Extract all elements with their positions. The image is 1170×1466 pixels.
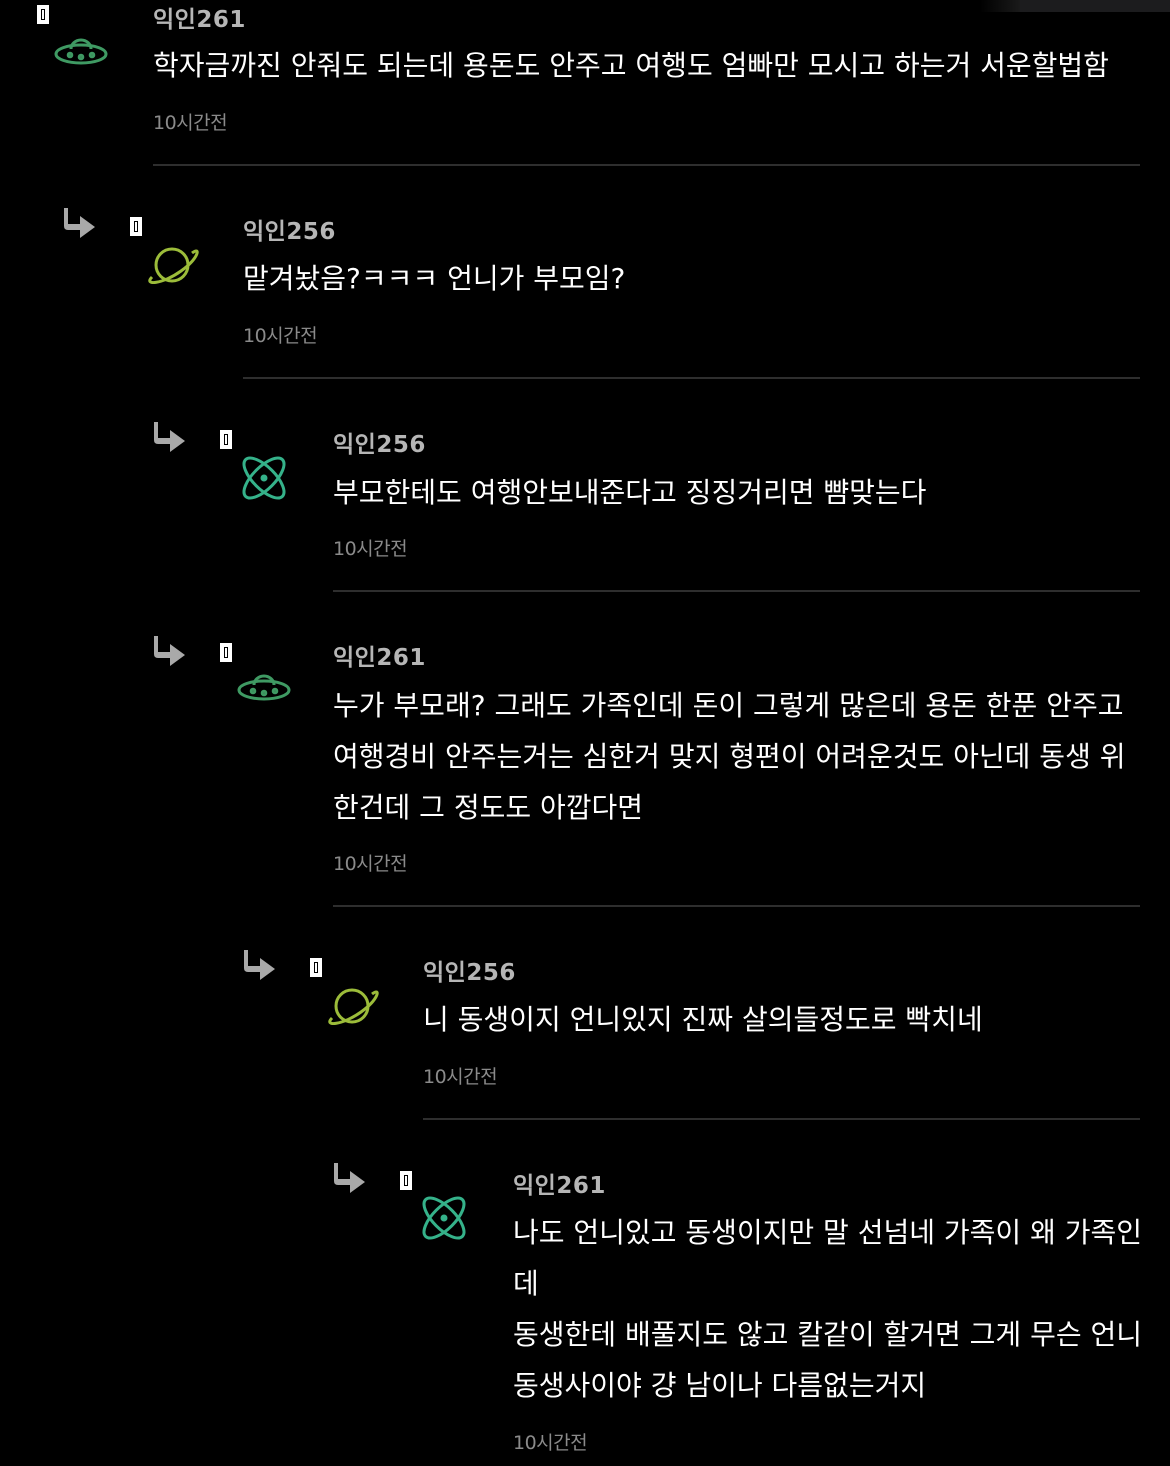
comment-line: 한건데 그 정도도 아깝다면 (333, 791, 644, 824)
comment-text: 니 동생이지 언니있지 진짜 살의들정도로 빡치네 (423, 994, 983, 1045)
comment-text: 부모한테도 여행안보내준다고 징징거리면 뺨맞는다 (333, 467, 926, 518)
comment-author[interactable]: 익인256 (423, 953, 516, 987)
ufo-icon (50, 24, 112, 86)
reply-arrow-icon (153, 634, 193, 674)
planet-icon (141, 234, 203, 296)
comment-text: 맡겨놨음?ㅋㅋㅋ 언니가 부모임? (243, 253, 625, 304)
atom-icon (413, 1187, 475, 1249)
comment-divider (243, 377, 1140, 379)
reply-arrow-icon (333, 1161, 373, 1201)
missing-glyph-icon (37, 5, 49, 24)
comment-line: 부모한테도 여행안보내준다고 징징거리면 뺨맞는다 (333, 476, 927, 509)
comment-line: 학자금까진 안줘도 되는데 용돈도 안주고 여행도 엄빠만 모시고 하는거 서운… (153, 49, 1109, 82)
comment-divider (333, 590, 1140, 592)
comment-text: 누가 부모래? 그래도 가족인데 돈이 그렇게 많은데 용돈 한푼 안주고 여행… (333, 680, 1126, 833)
comment-author[interactable]: 익인261 (153, 0, 246, 34)
comment-divider (423, 1118, 1140, 1120)
comment-line: 누가 부모래? 그래도 가족인데 돈이 그렇게 많은데 용돈 한푼 안주고 (333, 689, 1124, 722)
reply-arrow-icon (63, 206, 103, 246)
status-bar-shade (980, 0, 1020, 12)
comment-divider (333, 905, 1140, 907)
missing-glyph-icon (220, 643, 232, 662)
comment-timestamp: 10시간전 (333, 538, 408, 560)
planet-icon (321, 975, 383, 1037)
reply-arrow-icon (153, 420, 193, 460)
missing-glyph-icon (220, 430, 232, 449)
comment-timestamp: 10시간전 (243, 325, 318, 347)
comment-author[interactable]: 익인261 (333, 638, 426, 672)
comment-text: 나도 언니있고 동생이지만 말 선넘네 가족이 왜 가족인 데 동생한테 배풀지… (513, 1207, 1142, 1411)
atom-icon (233, 447, 295, 509)
comment-line: 나도 언니있고 동생이지만 말 선넘네 가족이 왜 가족인 (513, 1216, 1143, 1249)
comment-line: 니 동생이지 언니있지 진짜 살의들정도로 빡치네 (423, 1003, 983, 1036)
comment-line: 맡겨놨음?ㅋㅋㅋ 언니가 부모임? (243, 262, 626, 295)
comment-divider (153, 164, 1140, 166)
status-bar (1020, 0, 1170, 12)
comment-author[interactable]: 익인256 (333, 425, 426, 459)
ufo-icon (233, 660, 295, 722)
comment-line: 동생한테 배풀지도 않고 칼같이 할거면 그게 무슨 언니 (513, 1318, 1143, 1351)
comment-timestamp: 10시간전 (513, 1432, 588, 1454)
comment-timestamp: 10시간전 (153, 112, 228, 134)
comment-author[interactable]: 익인256 (243, 212, 336, 246)
comment-timestamp: 10시간전 (333, 853, 408, 875)
comment-line: 여행경비 안주는거는 심한거 맞지 형편이 어려운것도 아닌데 동생 위 (333, 740, 1126, 773)
reply-arrow-icon (243, 948, 283, 988)
comment-text: 학자금까진 안줘도 되는데 용돈도 안주고 여행도 엄빠만 모시고 하는거 서운… (153, 40, 1109, 91)
comment-line: 동생사이야 걍 남이나 다름없는거지 (513, 1369, 927, 1402)
comment-timestamp: 10시간전 (423, 1066, 498, 1088)
comment-author[interactable]: 익인261 (513, 1166, 606, 1200)
missing-glyph-icon (400, 1171, 412, 1190)
comment-line: 데 (513, 1267, 539, 1300)
